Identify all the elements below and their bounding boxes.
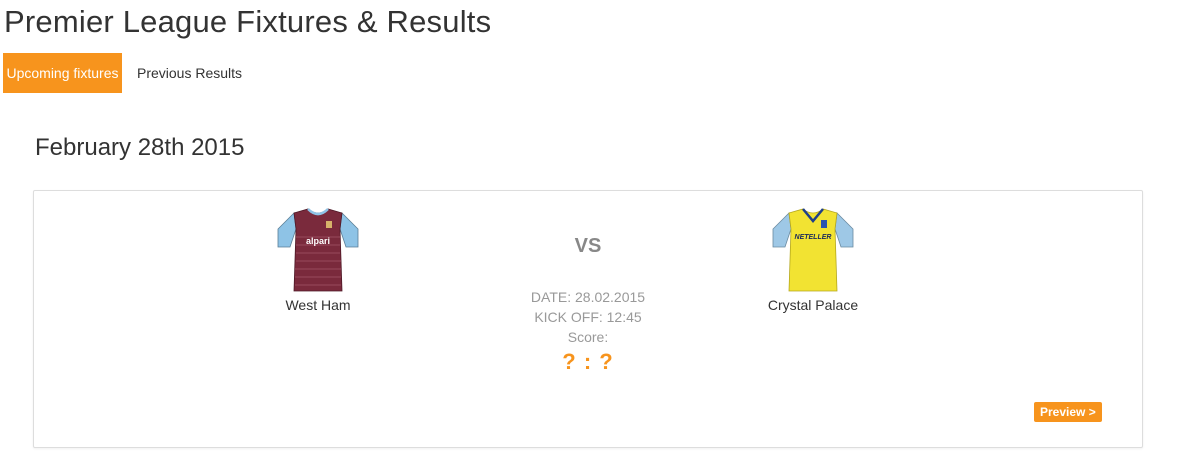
home-team-name: West Ham	[285, 297, 351, 313]
vs-label: VS	[574, 235, 602, 257]
tab-upcoming-fixtures[interactable]: Upcoming fixtures	[3, 53, 122, 93]
crystal-palace-shirt-icon: NETELLER	[772, 208, 854, 292]
score-value: ? : ?	[562, 349, 614, 374]
page-title: Premier League Fixtures & Results	[4, 4, 492, 39]
west-ham-shirt-icon: alpari	[277, 208, 359, 292]
fixtures-tabs: Upcoming fixtures Previous Results	[3, 53, 257, 93]
match-date: DATE: 28.02.2015	[530, 289, 646, 305]
away-team-name: Crystal Palace	[767, 297, 859, 313]
kickoff-time: KICK OFF: 12:45	[534, 309, 642, 325]
away-team: NETELLER Crystal Palace	[733, 207, 893, 313]
svg-text:alpari: alpari	[306, 236, 330, 246]
svg-text:NETELLER: NETELLER	[795, 234, 832, 241]
fixture-card: alpari West Ham VS DATE: 28.02.2015 KICK…	[33, 190, 1143, 448]
fixture-date-heading: February 28th 2015	[35, 134, 245, 161]
fixture-meta: DATE: 28.02.2015 KICK OFF: 12:45 Score:	[488, 287, 688, 347]
score-label: Score:	[567, 329, 609, 345]
preview-button[interactable]: Preview >	[1034, 402, 1102, 422]
tab-previous-results[interactable]: Previous Results	[122, 53, 257, 93]
home-team: alpari West Ham	[238, 207, 398, 313]
